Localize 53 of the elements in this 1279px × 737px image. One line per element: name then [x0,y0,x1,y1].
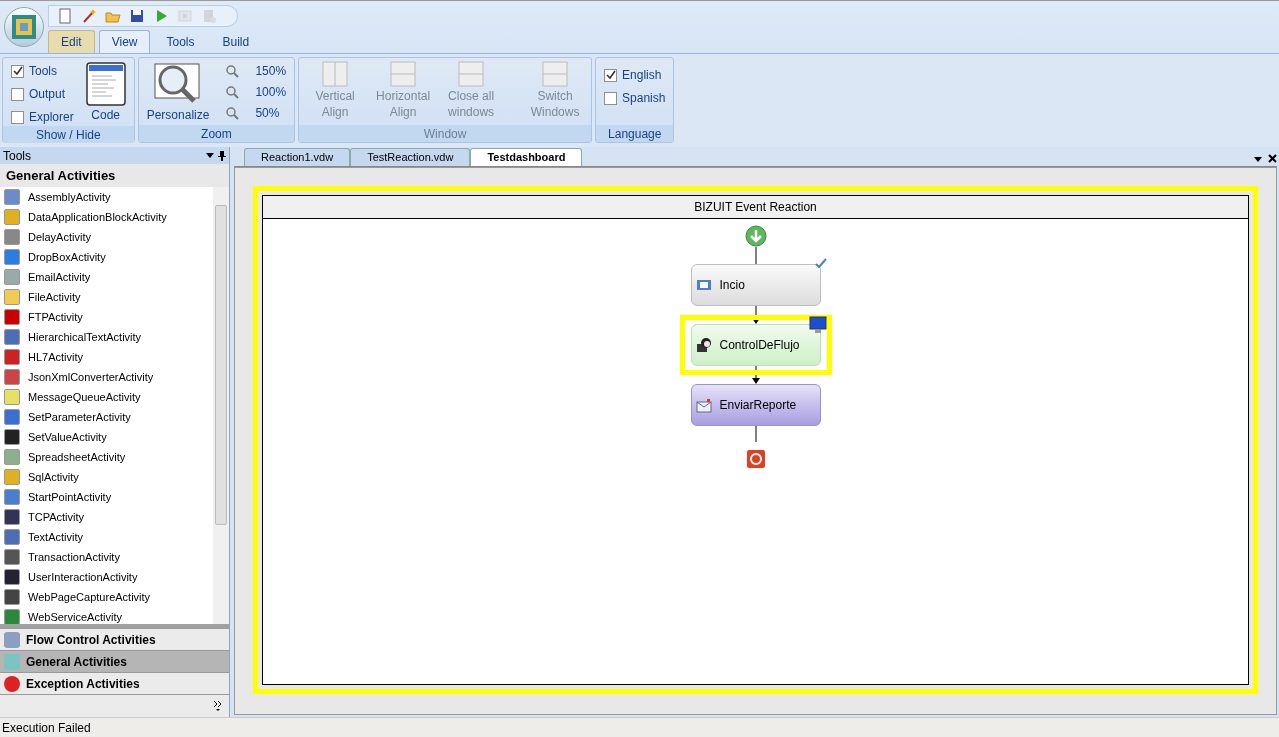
toolbox-item[interactable]: FTPActivity [0,307,213,327]
group-title: Window [423,125,467,143]
toolbox-item[interactable]: TCPActivity [0,507,213,527]
toolbox-item[interactable]: JsonXmlConverterActivity [0,367,213,387]
toolbox-item[interactable]: UserInteractionActivity [0,567,213,587]
activity-node[interactable]: Incio [690,264,821,306]
group-title: Show / Hide [36,126,101,144]
status-text: Execution Failed [2,719,91,737]
zoom-level-button[interactable]: 100% [225,83,287,101]
toolbox-item[interactable]: DropBoxActivity [0,247,213,267]
document-tab[interactable]: TestReaction.vdw [350,148,471,166]
activity-node[interactable]: EnviarReporte [690,384,821,426]
ribbon-tab[interactable]: Edit [48,30,95,53]
category-button[interactable]: General Activities [0,651,229,673]
workflow-title: BIZUIT Event Reaction [263,196,1248,219]
zoom-level-button[interactable]: 50% [225,104,287,122]
toolbox-item[interactable]: EmailActivity [0,267,213,287]
toolbox-item[interactable]: TransactionActivity [0,547,213,567]
toolbox-item[interactable]: WebPageCaptureActivity [0,587,213,607]
toolbox-item[interactable]: MessageQueueActivity [0,387,213,407]
checkbox-label: Spanish [622,90,666,107]
toolbox-item[interactable]: StartPointActivity [0,487,213,507]
panel-title: Tools [3,147,31,165]
group-title: Zoom [201,125,232,143]
category-button[interactable]: Exception Activities [0,673,229,695]
checkbox-label: Explorer [29,109,74,126]
checkbox-label: Output [29,86,66,103]
toolbox-item[interactable]: DelayActivity [0,227,213,247]
zoom-level-button[interactable]: 150% [225,62,287,80]
toolbox-item[interactable]: HL7Activity [0,347,213,367]
toolbox-item[interactable]: SetValueActivity [0,427,213,447]
ribbon-tab[interactable]: View [98,30,151,53]
toolbox-item[interactable]: HierarchicalTextActivity [0,327,213,347]
toolbox-item[interactable]: WebServiceActivity [0,607,213,624]
toolbox-item[interactable]: SpreadsheetActivity [0,447,213,467]
toolbox-item[interactable]: TextActivity [0,527,213,547]
ribbon-tab[interactable]: Build [210,30,262,53]
document-tab[interactable]: Reaction1.vdw [244,148,351,166]
checkbox-label: Tools [29,63,57,80]
category-button[interactable]: Flow Control Activities [0,629,229,651]
personalize-button[interactable]: Personalize [146,62,210,124]
code-button[interactable]: Code [85,62,126,126]
toolbox-item[interactable]: DataApplicationBlockActivity [0,207,213,227]
toolbox-item[interactable]: SetParameterActivity [0,407,213,427]
toolbox-item[interactable]: FileActivity [0,287,213,307]
document-tab[interactable]: Testdashboard [470,148,583,166]
ribbon-tab[interactable]: Tools [154,30,207,53]
section-header: General Activities [0,164,229,187]
group-title: Language [608,125,662,143]
checkbox-label: English [622,67,662,84]
toolbox-item[interactable]: AssemblyActivity [0,187,213,207]
toolbox-item[interactable]: SqlActivity [0,467,213,487]
activity-node[interactable]: ControlDeFlujo [690,324,821,366]
